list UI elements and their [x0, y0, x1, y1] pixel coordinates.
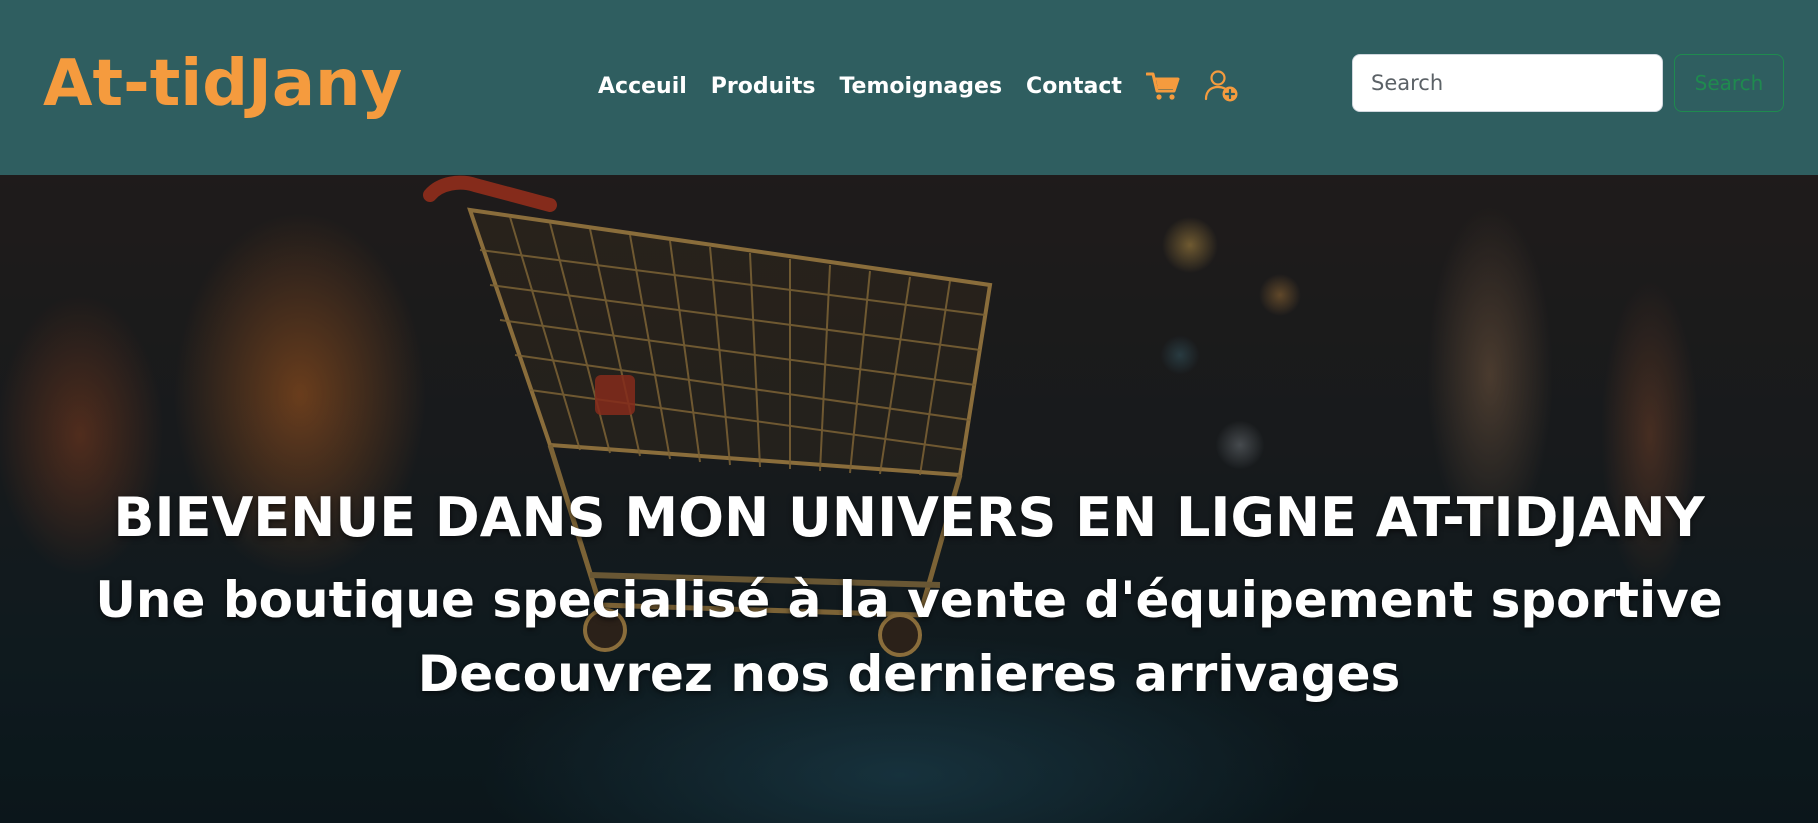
shopping-cart-icon[interactable] [1145, 71, 1180, 101]
search-button[interactable]: Search [1674, 54, 1784, 112]
user-add-icon[interactable] [1204, 69, 1240, 103]
nav-link-temoignages[interactable]: Temoignages [839, 74, 1002, 99]
hero-banner: BIEVENUE DANS MON UNIVERS EN LIGNE AT-TI… [0, 175, 1818, 823]
hero-subtitle: Une boutique specialisé à la vente d'équ… [95, 571, 1723, 629]
nav-link-produits[interactable]: Produits [711, 74, 816, 99]
search-input[interactable] [1352, 54, 1663, 112]
hero-tagline: Decouvrez nos dernieres arrivages [417, 645, 1401, 703]
hero-title: BIEVENUE DANS MON UNIVERS EN LIGNE AT-TI… [113, 486, 1705, 549]
nav-link-contact[interactable]: Contact [1026, 74, 1122, 99]
nav-link-acceuil[interactable]: Acceuil [598, 74, 687, 99]
brand-logo[interactable]: At-tidJany [43, 38, 402, 130]
top-navbar: At-tidJany Acceuil Produits Temoignages … [0, 0, 1818, 175]
main-nav: Acceuil Produits Temoignages Contact [598, 66, 1240, 106]
